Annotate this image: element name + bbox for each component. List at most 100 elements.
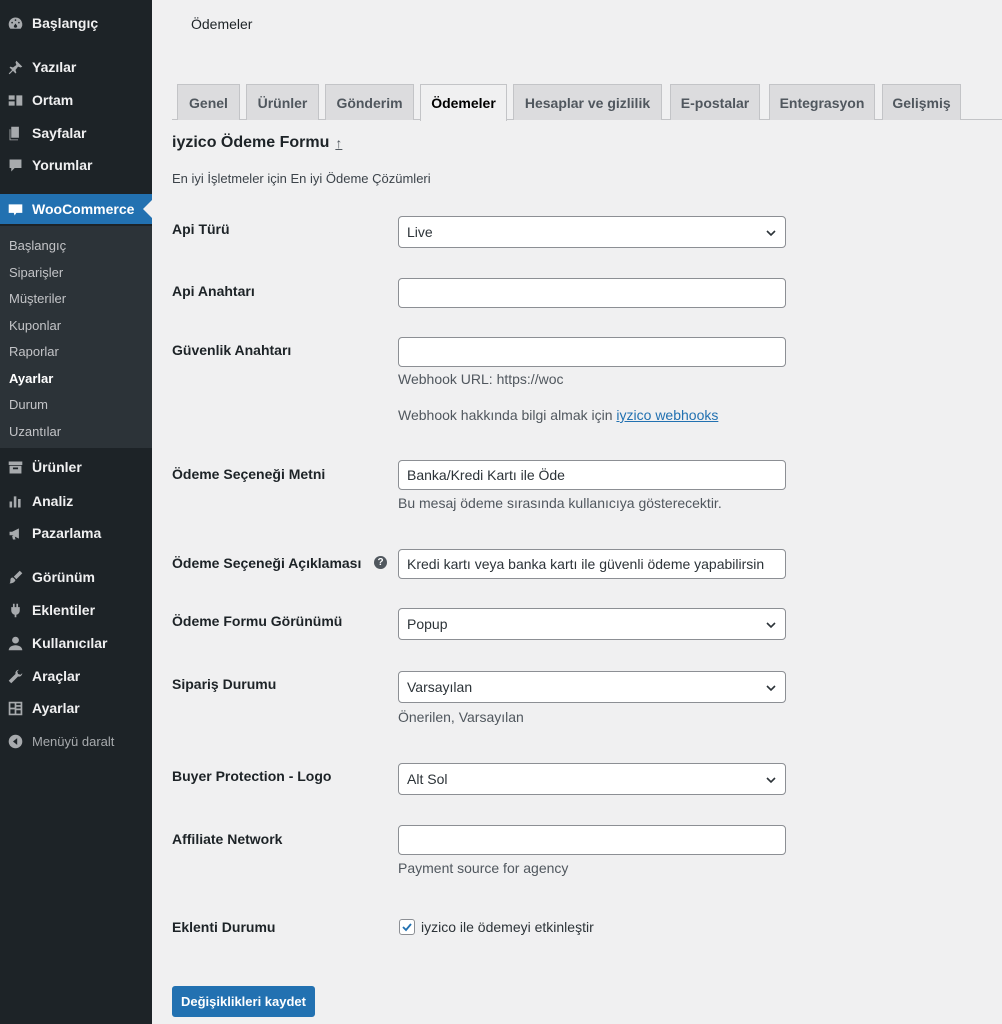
pin-icon <box>6 58 24 76</box>
tab-hesaplar[interactable]: Hesaplar ve gizlilik <box>513 84 662 120</box>
menu-item-label: Başlangıç <box>32 15 99 31</box>
menu-item-label: Kullanıcılar <box>32 635 108 651</box>
submenu-item[interactable]: Raporlar <box>9 340 59 362</box>
label-api-type: Api Türü <box>172 221 230 237</box>
tab-odemeler[interactable]: Ödemeler <box>420 84 507 121</box>
woocommerce-submenu: Başlangıç Siparişler Müşteriler Kuponlar… <box>0 226 152 448</box>
menu-item-label: Yorumlar <box>32 157 93 173</box>
api-type-value: Live <box>407 224 433 240</box>
order-status-select[interactable]: Varsayılan <box>398 671 786 703</box>
menu-item-tools[interactable]: Araçlar <box>0 661 152 691</box>
menu-item-label: Araçlar <box>32 668 81 684</box>
menu-item-label: WooCommerce <box>32 201 135 217</box>
submenu-item[interactable]: Uzantılar <box>9 420 61 442</box>
dashboard-icon <box>6 14 24 32</box>
menu-item-dashboard[interactable]: Başlangıç <box>0 8 152 38</box>
api-key-input[interactable] <box>398 278 786 308</box>
archive-icon <box>6 458 24 476</box>
admin-sidebar: Başlangıç Yazılar Ortam Sayfalar Yorumla… <box>0 0 152 1024</box>
tab-gonderim[interactable]: Gönderim <box>325 84 414 120</box>
tab-epostalar[interactable]: E-postalar <box>670 84 760 120</box>
menu-item-plugins[interactable]: Eklentiler <box>0 595 152 625</box>
webhook-info: Webhook hakkında bilgi almak için iyzico… <box>398 407 718 423</box>
checkmark-icon <box>402 923 412 932</box>
plugin-icon <box>6 601 24 619</box>
help-tip-icon[interactable]: ? <box>374 556 387 569</box>
label-option-text: Ödeme Seçeneği Metni <box>172 466 326 482</box>
affiliate-help: Payment source for agency <box>398 860 569 876</box>
pages-icon <box>6 124 24 142</box>
submenu-item-current[interactable]: Ayarlar <box>9 367 53 389</box>
collapse-icon <box>6 732 24 750</box>
webhook-link[interactable]: iyzico webhooks <box>616 407 718 423</box>
woocommerce-icon <box>6 200 24 218</box>
megaphone-icon <box>6 524 24 542</box>
secret-key-input[interactable] <box>398 337 786 367</box>
chevron-down-icon <box>765 773 777 785</box>
menu-item-users[interactable]: Kullanıcılar <box>0 628 152 658</box>
tab-genel[interactable]: Genel <box>177 84 240 120</box>
label-plugin-status: Eklenti Durumu <box>172 919 276 935</box>
submenu-item[interactable]: Siparişler <box>9 261 63 283</box>
webhook-info-text: Webhook hakkında bilgi almak için <box>398 407 613 423</box>
label-form-view: Ödeme Formu Görünümü <box>172 613 343 629</box>
menu-item-label: Eklentiler <box>32 602 96 618</box>
menu-item-media[interactable]: Ortam <box>0 85 152 115</box>
menu-item-comments[interactable]: Yorumlar <box>0 150 152 180</box>
menu-item-settings[interactable]: Ayarlar <box>0 693 152 723</box>
option-text-input[interactable]: Banka/Kredi Kartı ile Öde <box>398 460 786 490</box>
label-order-status: Sipariş Durumu <box>172 676 277 692</box>
section-title-text: iyzico Ödeme Formu <box>172 134 330 151</box>
submenu-item[interactable]: Durum <box>9 393 48 415</box>
wrench-icon <box>6 667 24 685</box>
users-icon <box>6 634 24 652</box>
bar-chart-icon <box>6 492 24 510</box>
menu-item-label: Sayfalar <box>32 125 87 141</box>
menu-item-appearance[interactable]: Görünüm <box>0 562 152 592</box>
menu-item-analytics[interactable]: Analiz <box>0 486 152 516</box>
menu-item-label: Ürünler <box>32 459 82 475</box>
submenu-item[interactable]: Başlangıç <box>9 234 66 256</box>
settings-tabs: Genel Ürünler Gönderim Ödemeler Hesaplar… <box>172 84 1002 121</box>
buyer-protection-select[interactable]: Alt Sol <box>398 763 786 795</box>
menu-item-label: Yazılar <box>32 59 77 75</box>
enable-checkbox[interactable] <box>399 919 415 935</box>
settings-icon <box>6 699 24 717</box>
chevron-down-icon <box>765 681 777 693</box>
chevron-down-icon <box>765 618 777 630</box>
label-affiliate: Affiliate Network <box>172 831 283 847</box>
menu-item-marketing[interactable]: Pazarlama <box>0 518 152 548</box>
main-content: Ödemeler Genel Ürünler Gönderim Ödemeler… <box>152 0 1002 1024</box>
section-description: En iyi İşletmeler için En iyi Ödeme Çözü… <box>172 171 431 186</box>
menu-item-products[interactable]: Ürünler <box>0 452 152 482</box>
tab-gelismis[interactable]: Gelişmiş <box>882 84 961 120</box>
collapse-label: Menüyü daralt <box>32 733 115 749</box>
tab-entegrasyon[interactable]: Entegrasyon <box>769 84 875 120</box>
label-option-desc: Ödeme Seçeneği Açıklaması <box>172 555 362 571</box>
api-type-select[interactable]: Live <box>398 216 786 248</box>
menu-item-label: Ortam <box>32 92 74 108</box>
affiliate-input[interactable] <box>398 825 786 855</box>
chevron-down-icon <box>765 226 777 238</box>
save-button[interactable]: Değişiklikleri kaydet <box>172 986 315 1017</box>
menu-item-label: Ayarlar <box>32 700 80 716</box>
media-icon <box>6 91 24 109</box>
comments-icon <box>6 156 24 174</box>
form-view-value: Popup <box>407 616 448 632</box>
brush-icon <box>6 568 24 586</box>
option-text-help: Bu mesaj ödeme sırasında kullanıcıya gös… <box>398 495 722 511</box>
form-view-select[interactable]: Popup <box>398 608 786 640</box>
submenu-item[interactable]: Kuponlar <box>9 314 61 336</box>
menu-item-label: Analiz <box>32 493 74 509</box>
menu-item-posts[interactable]: Yazılar <box>0 52 152 82</box>
up-arrow-icon[interactable]: ↑ <box>335 135 342 151</box>
enable-checkbox-label[interactable]: iyzico ile ödemeyi etkinleştir <box>421 919 594 935</box>
collapse-menu-button[interactable]: Menüyü daralt <box>0 726 152 756</box>
tab-urunler[interactable]: Ürünler <box>246 84 319 120</box>
order-status-value: Varsayılan <box>407 679 473 695</box>
menu-item-woocommerce[interactable]: WooCommerce <box>0 194 152 224</box>
submenu-item[interactable]: Müşteriler <box>9 287 66 309</box>
menu-item-pages[interactable]: Sayfalar <box>0 118 152 148</box>
page-title: Ödemeler <box>191 16 253 32</box>
option-desc-input[interactable]: Kredi kartı veya banka kartı ile güvenli… <box>398 549 786 579</box>
